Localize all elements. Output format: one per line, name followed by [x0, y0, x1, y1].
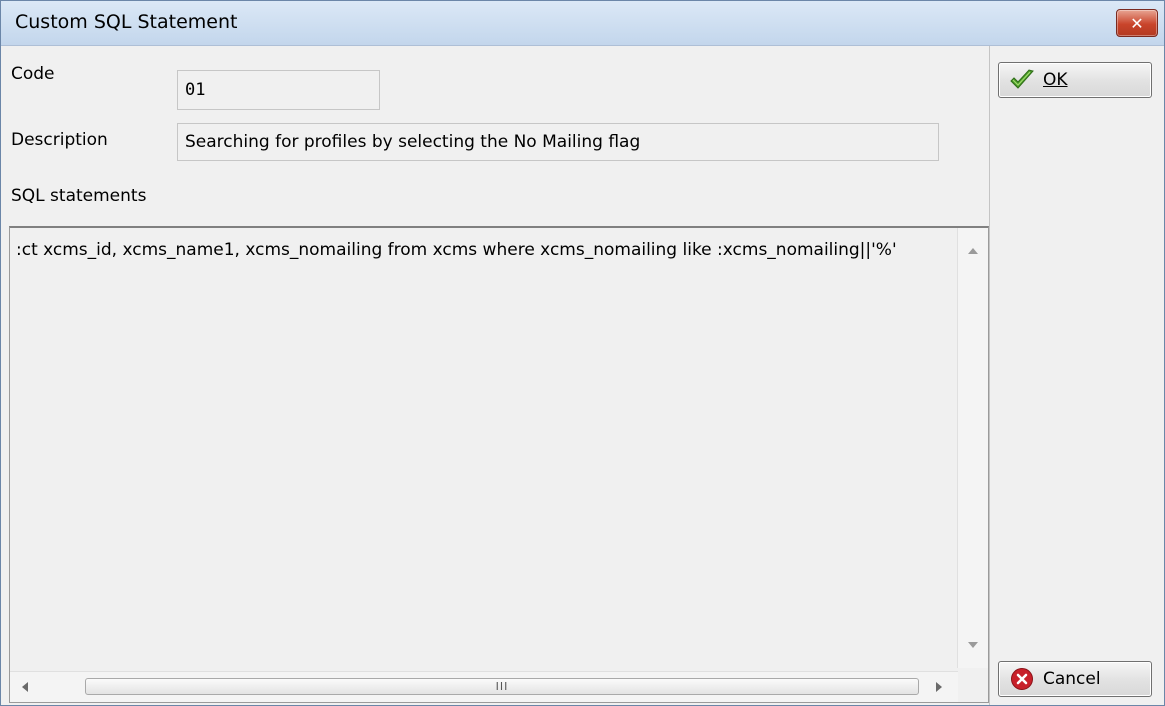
- checkmark-icon: [1009, 67, 1035, 93]
- window-title: Custom SQL Statement: [15, 11, 238, 33]
- vertical-scrollbar[interactable]: [957, 228, 988, 668]
- code-value: 01: [185, 80, 206, 100]
- sql-statement-text[interactable]: :ct xcms_id, xcms_name1, xcms_nomailing …: [16, 240, 956, 260]
- horizontal-scroll-thumb[interactable]: III: [85, 678, 919, 695]
- scroll-down-icon[interactable]: [968, 642, 978, 648]
- title-bar[interactable]: Custom SQL Statement ✕: [1, 1, 1164, 46]
- scroll-corner: [958, 672, 988, 702]
- description-value: Searching for profiles by selecting the …: [185, 132, 641, 152]
- sql-statement-editor[interactable]: :ct xcms_id, xcms_name1, xcms_nomailing …: [9, 226, 989, 703]
- button-panel: OK Cancel: [989, 46, 1164, 705]
- dialog-body: Code 01 Description Searching for profil…: [1, 46, 1164, 705]
- close-button[interactable]: ✕: [1116, 9, 1158, 37]
- code-field[interactable]: 01: [177, 70, 380, 110]
- scroll-up-icon[interactable]: [968, 248, 978, 254]
- cancel-button[interactable]: Cancel: [998, 661, 1152, 697]
- scroll-left-icon[interactable]: [22, 682, 28, 692]
- close-icon: ✕: [1130, 13, 1144, 33]
- ok-button[interactable]: OK: [998, 62, 1152, 98]
- description-label: Description: [11, 130, 108, 150]
- sql-statements-label: SQL statements: [11, 186, 147, 206]
- cancel-button-label: Cancel: [1043, 669, 1101, 689]
- cancel-x-icon: [1009, 666, 1035, 692]
- description-field[interactable]: Searching for profiles by selecting the …: [177, 123, 939, 161]
- ok-button-label: OK: [1043, 70, 1068, 90]
- scroll-grip-icon: III: [495, 680, 509, 693]
- dialog-window: Custom SQL Statement ✕ Code 01 Descripti…: [0, 0, 1165, 706]
- code-label: Code: [11, 64, 55, 84]
- scroll-right-icon[interactable]: [936, 682, 942, 692]
- horizontal-scrollbar[interactable]: III: [10, 671, 958, 702]
